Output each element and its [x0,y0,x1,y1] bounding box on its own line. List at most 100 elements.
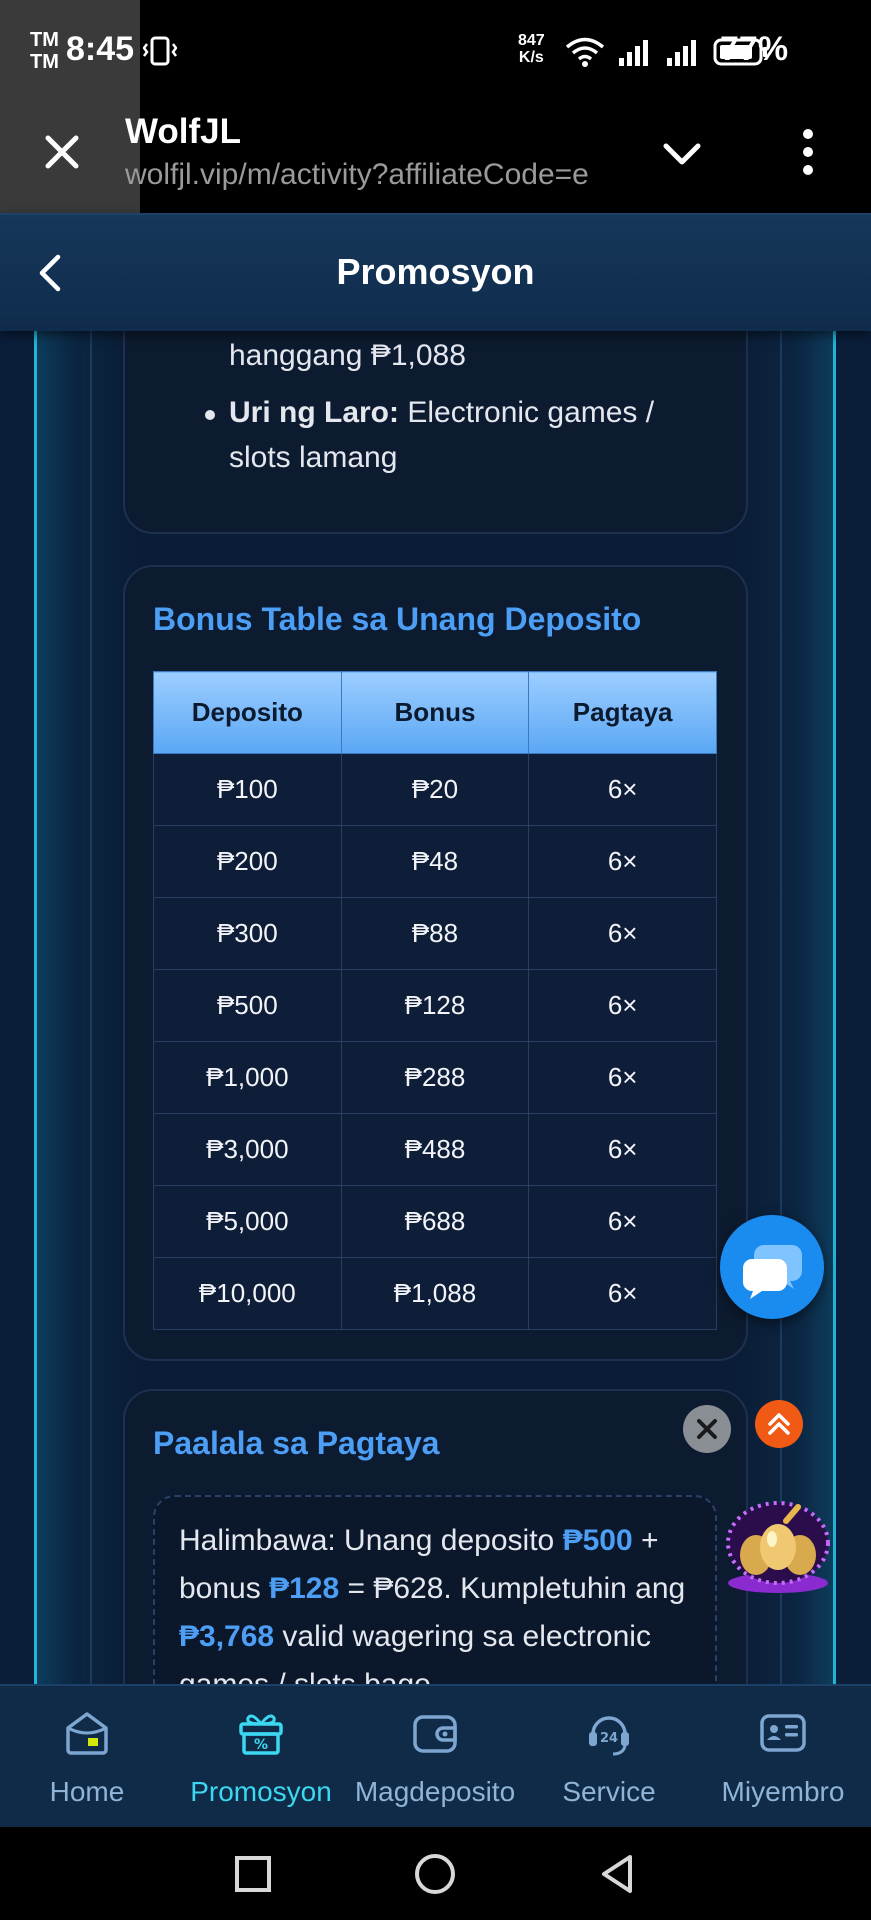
support-24-icon: 24 [589,1716,629,1756]
more-vert-icon[interactable] [790,124,826,180]
column-header: Pagtaya [528,671,717,754]
tm-indicator: TM TM [30,30,59,74]
system-nav-bar [0,1827,871,1920]
deposit-cell: ₱3,000 [153,1113,342,1186]
deposit-cell: ₱500 [153,969,342,1042]
reminder-heading: Paalala sa Pagtaya [153,1425,440,1461]
wager-cell: 6× [528,1185,717,1258]
promo-content[interactable]: hanggang ₱1,088 Uri ng Laro: Electronic … [0,331,871,1684]
wager-cell: 6× [528,1113,717,1186]
bullet-text: Electronic games / [399,396,655,429]
member-card-icon [760,1714,806,1752]
example-text: Halimbawa: Unang deposito ₱500 + bonus ₱… [179,1517,699,1684]
wagering-reminder-card: Paalala sa Pagtaya Halimbawa: Unang depo… [123,1389,748,1684]
browser-title: WolfJL [125,112,242,151]
chevron-down-icon[interactable] [660,132,704,176]
wager-cell: 6× [528,753,717,826]
table-row: ₱3,000 ₱488 6× [153,1113,717,1186]
home-icon [66,1712,108,1755]
note-part: Halimbawa: Unang deposito [179,1524,563,1557]
deposit-cell: ₱5,000 [153,1185,342,1258]
svg-text:%: % [254,1737,268,1753]
browser-bar: WolfJL wolfjl.vip/m/activity?affiliateCo… [0,102,871,213]
deposit-cell: ₱200 [153,825,342,898]
table-row: ₱300 ₱88 6× [153,897,717,970]
table-row: ₱200 ₱48 6× [153,825,717,898]
tm-top: TM [30,29,59,51]
example-note-box: Halimbawa: Unang deposito ₱500 + bonus ₱… [153,1495,717,1684]
nav-item-promosyon[interactable]: % Promosyon [174,1686,348,1829]
table-row: ₱500 ₱128 6× [153,969,717,1042]
bonus-cell: ₱20 [340,753,530,826]
net-speed-value: 847 [518,32,545,49]
signal-icon [667,40,696,66]
frame-divider-right [780,331,782,1684]
tm-bottom: TM [30,51,59,73]
deposit-amount: ₱500 [562,1524,633,1557]
nav-item-magdeposito[interactable]: Magdeposito [348,1686,522,1829]
bonus-table-card: Bonus Table sa Unang Deposito Deposito B… [123,565,748,1361]
back-triangle-icon[interactable] [598,1853,636,1895]
nav-item-home[interactable]: Home [0,1686,174,1829]
page-title: Promosyon [336,251,535,292]
close-icon[interactable] [40,130,84,174]
table-row: ₱10,000 ₱1,088 6× [153,1257,717,1330]
home-circle-icon[interactable] [414,1853,456,1895]
rules-line: hanggang ₱1,088 [229,339,466,372]
status-bar: TM TM 8:45 847 K/s 77% [0,0,871,213]
clock: 8:45 [66,30,135,68]
bonus-cell: ₱88 [340,897,530,970]
nav-label: Promosyon [190,1776,332,1807]
table-header-row: Deposito Bonus Pagtaya [153,671,717,754]
bonus-table: Deposito Bonus Pagtaya ₱100 ₱20 6× ₱200 ₱48… [153,671,717,1330]
double-chevron-up-icon [768,1413,790,1435]
column-header: Bonus [340,671,530,754]
bonus-cell: ₱288 [340,1041,530,1114]
deposit-cell: ₱100 [153,753,342,826]
bonus-amount: ₱128 [269,1572,340,1605]
nav-item-service[interactable]: 24 Service [522,1686,696,1829]
wager-cell: 6× [528,969,717,1042]
deposit-cell: ₱300 [153,897,342,970]
net-speed: 847 K/s [518,32,545,66]
nav-label: Magdeposito [354,1776,516,1807]
wager-cell: 6× [528,825,717,898]
column-header: Deposito [153,671,342,754]
page-header: Promosyon [0,213,871,331]
wifi-icon [565,37,605,67]
golden-eggs-icon [726,1501,830,1593]
table-row: ₱100 ₱20 6× [153,753,717,826]
bullet-dot [205,410,215,420]
bonus-cell: ₱688 [340,1185,530,1258]
close-icon [697,1419,717,1439]
rules-bullet-line2: slots lamang [229,441,398,474]
nav-item-miyembro[interactable]: Miyembro [696,1686,870,1829]
table-row: ₱5,000 ₱688 6× [153,1185,717,1258]
frame-divider-left [90,331,92,1684]
wallet-icon [413,1715,457,1753]
recents-square-icon[interactable] [234,1855,272,1893]
signal-icon [619,40,648,66]
chat-button[interactable] [720,1215,824,1319]
wager-cell: 6× [528,897,717,970]
wager-cell: 6× [528,1257,717,1330]
battery-percent: 77% [720,30,789,68]
chat-bubble-icon [743,1245,802,1299]
nav-label: Service [562,1776,656,1807]
table-row: ₱1,000 ₱288 6× [153,1041,717,1114]
vibrate-icon [142,36,178,74]
prize-eggs-widget[interactable] [722,1495,834,1595]
browser-url[interactable]: wolfjl.vip/m/activity?affiliateCode=e [125,158,620,192]
bonus-cell: ₱48 [340,825,530,898]
rules-card: hanggang ₱1,088 Uri ng Laro: Electronic … [123,331,748,534]
bonus-cell: ₱128 [340,969,530,1042]
scroll-top-button[interactable] [755,1400,803,1448]
nav-label: Home [49,1776,125,1807]
bullet-label: Uri ng Laro: [229,396,399,429]
net-speed-unit: K/s [518,49,544,66]
bonus-cell: ₱1,088 [340,1257,530,1330]
nav-label: Miyembro [721,1776,845,1807]
close-promo-button[interactable] [683,1405,731,1453]
bonus-table-heading: Bonus Table sa Unang Deposito [153,601,642,637]
deposit-cell: ₱10,000 [153,1257,342,1330]
